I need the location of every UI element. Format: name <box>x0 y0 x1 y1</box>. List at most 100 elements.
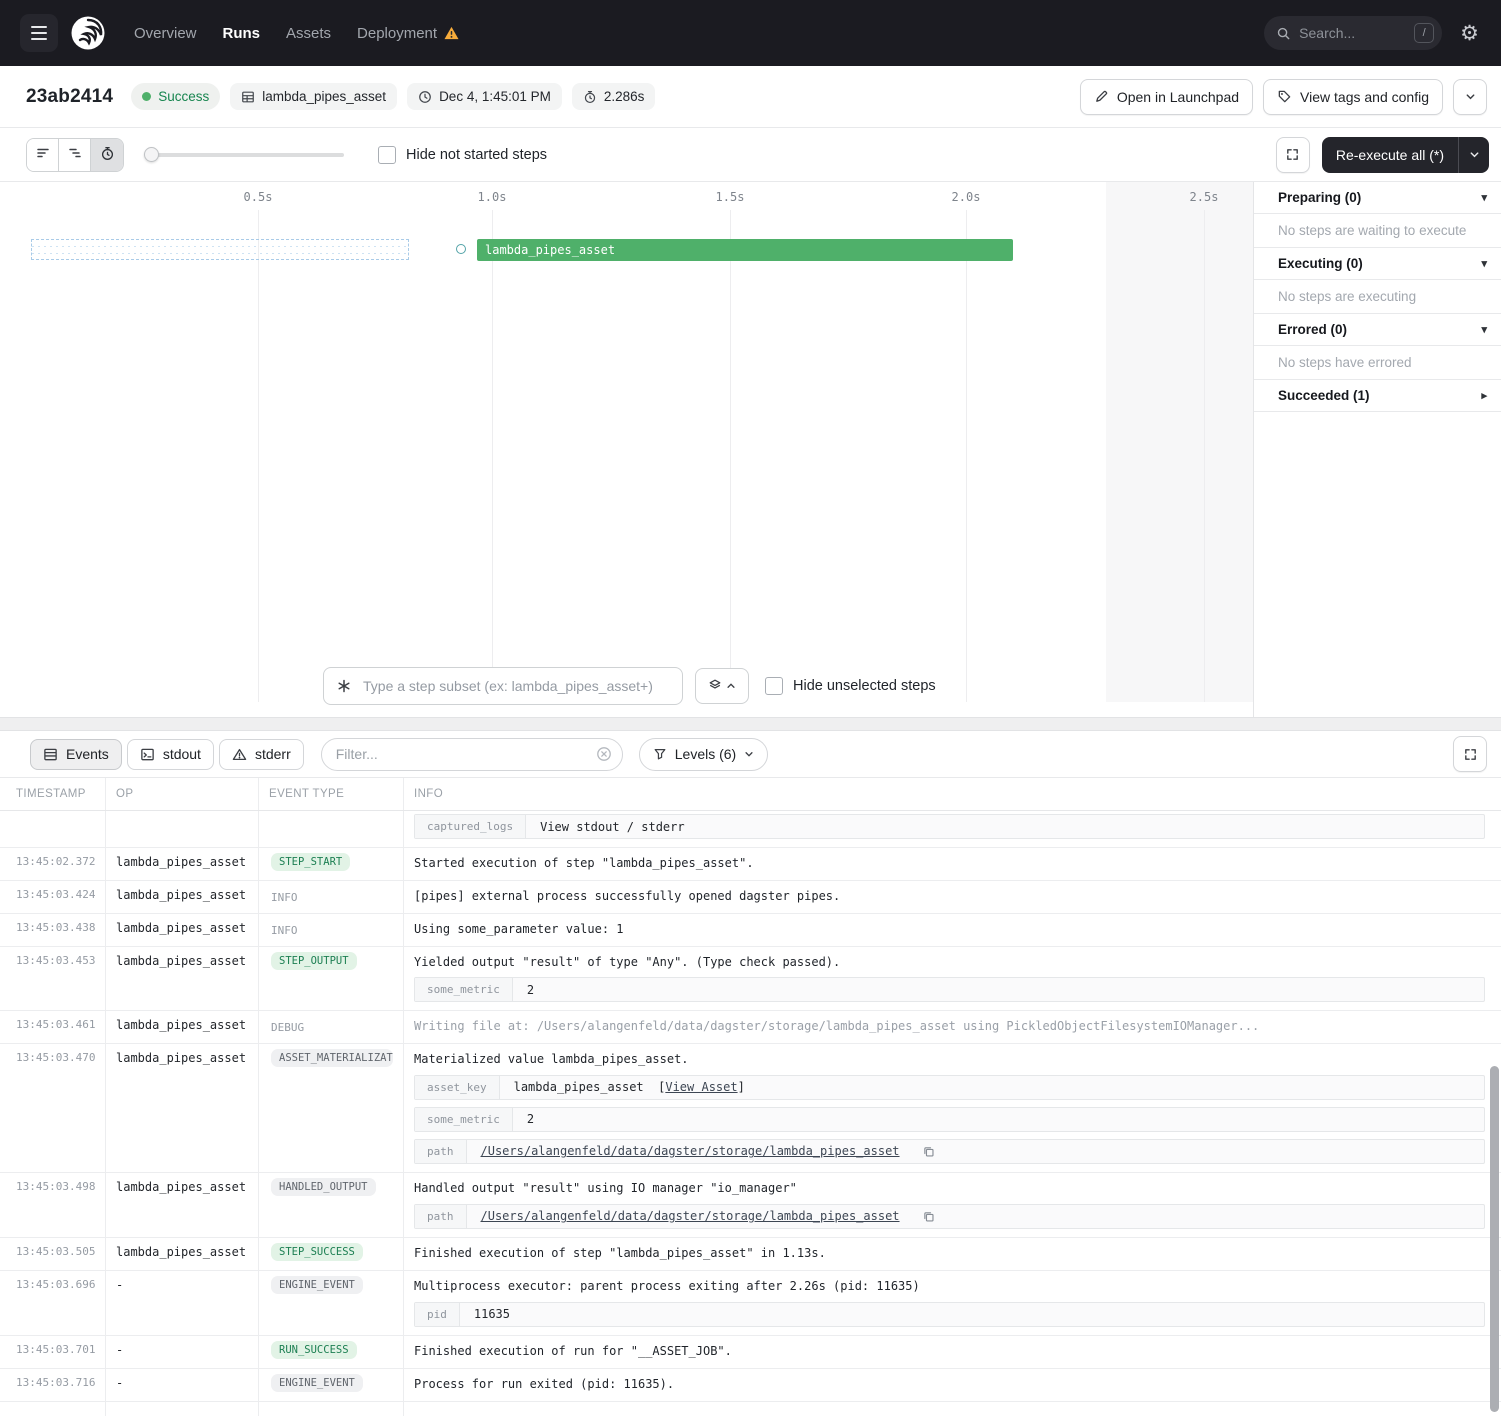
nav-item-label: Deployment <box>357 25 437 42</box>
log-timestamp: 13:45:03.498 <box>0 1173 105 1237</box>
column-header-info: INFO <box>403 778 1501 810</box>
reexecute-options-chevron[interactable] <box>1459 137 1489 173</box>
metadata-entry: asset_keylambda_pipes_asset [View Asset] <box>414 1075 1485 1100</box>
log-filter-wrap[interactable] <box>321 738 623 771</box>
log-op: lambda_pipes_asset <box>105 914 258 946</box>
chevron-right-icon: ▸ <box>1481 389 1487 402</box>
log-filter-input[interactable] <box>334 745 588 763</box>
log-info: Using some_parameter value: 1 <box>403 914 1501 946</box>
pencil-icon <box>1094 89 1109 104</box>
panel-splitter[interactable] <box>0 717 1501 731</box>
time-tick-label: 2.5s <box>1190 190 1219 204</box>
hamburger-menu-button[interactable] <box>20 14 58 52</box>
scrollbar[interactable] <box>1490 1066 1499 1412</box>
run-asset-label: lambda_pipes_asset <box>262 89 386 104</box>
settings-gear-button[interactable]: ⚙ <box>1456 21 1483 46</box>
gantt-step-bar[interactable]: lambda_pipes_asset <box>477 239 1013 261</box>
flat-view-icon <box>35 145 51 164</box>
hide-not-started-checkbox[interactable] <box>378 146 396 164</box>
tab-events[interactable]: Events <box>30 739 122 770</box>
sidebar-section-3-header[interactable]: Errored (0) ▾ <box>1254 314 1501 346</box>
flat-view-button[interactable] <box>27 139 59 171</box>
timed-view-button[interactable] <box>91 139 123 171</box>
log-message: Started execution of step "lambda_pipes_… <box>414 855 1485 872</box>
nav-item-deployment[interactable]: Deployment <box>357 25 459 42</box>
log-event-type: ENGINE_EVENT <box>258 1369 403 1401</box>
log-toolbar: Events stdout stderr Levels (6) <box>0 731 1501 778</box>
view-mode-segmented-control <box>26 138 124 172</box>
copy-icon[interactable] <box>922 1205 935 1228</box>
search-shortcut-key: / <box>1414 23 1434 43</box>
log-filler-cell <box>0 1402 105 1416</box>
metadata-value: /Users/alangenfeld/data/dagster/storage/… <box>467 1205 914 1228</box>
gridline <box>1204 210 1205 702</box>
hide-not-started-toggle[interactable]: Hide not started steps <box>378 146 547 164</box>
stopwatch-icon <box>583 90 597 104</box>
log-row: 13:45:03.424lambda_pipes_assetINFO[pipes… <box>0 881 1501 914</box>
metadata-key: some_metric <box>415 978 513 1001</box>
list-icon <box>43 747 58 762</box>
time-tick-label: 1.0s <box>478 190 507 204</box>
gridline <box>258 210 259 702</box>
open-launchpad-button[interactable]: Open in Launchpad <box>1080 79 1253 115</box>
run-status-badge: Success <box>131 83 220 110</box>
levels-filter-button[interactable]: Levels (6) <box>639 738 768 771</box>
step-subset-input-wrap[interactable] <box>323 667 683 705</box>
log-timestamp: 13:45:03.716 <box>0 1369 105 1401</box>
nav-item-overview[interactable]: Overview <box>134 25 197 42</box>
sidebar-section-title: Succeeded (1) <box>1278 388 1370 403</box>
event-type-badge: DEBUG <box>271 1019 304 1034</box>
log-timestamp: 13:45:03.424 <box>0 881 105 913</box>
metadata-link[interactable]: /Users/alangenfeld/data/dagster/storage/… <box>481 1144 900 1158</box>
gantt-fullscreen-button[interactable] <box>1276 137 1310 173</box>
metadata-entry: pid11635 <box>414 1302 1485 1327</box>
step-subset-input[interactable] <box>361 677 670 695</box>
log-fullscreen-button[interactable] <box>1453 736 1487 772</box>
hide-unselected-label: Hide unselected steps <box>793 678 936 694</box>
log-filler-cell <box>403 1402 1501 1416</box>
log-row: 13:45:03.696-ENGINE_EVENTMultiprocess ex… <box>0 1271 1501 1336</box>
hide-unselected-toggle[interactable]: Hide unselected steps <box>765 677 936 695</box>
log-event-type: INFO <box>258 914 403 946</box>
chevron-down-icon: ▾ <box>1481 323 1487 336</box>
copy-icon[interactable] <box>922 1140 935 1163</box>
slider-knob[interactable] <box>144 147 159 162</box>
tab-stderr[interactable]: stderr <box>219 739 304 770</box>
sidebar-section-2-header[interactable]: Executing (0)▾ <box>1254 248 1501 280</box>
expand-icon <box>1463 747 1478 762</box>
time-tick-label: 1.5s <box>716 190 745 204</box>
log-message: Using some_parameter value: 1 <box>414 921 1485 938</box>
sidebar-section-1-header[interactable]: Preparing (0)▾ <box>1254 182 1501 214</box>
log-info: [pipes] external process successfully op… <box>403 881 1501 913</box>
tab-stdout[interactable]: stdout <box>127 739 214 770</box>
event-type-badge: HANDLED_OUTPUT <box>271 1178 376 1196</box>
gantt-panel: 0.5s1.0s1.5s2.0s2.5s lambda_pipes_asset … <box>0 182 1254 717</box>
reexecute-all-button[interactable]: Re-execute all (*) <box>1322 137 1489 173</box>
run-asset-pill[interactable]: lambda_pipes_asset <box>230 83 397 110</box>
metadata-link[interactable]: /Users/alangenfeld/data/dagster/storage/… <box>481 1209 900 1223</box>
reexecute-all-label: Re-execute all (*) <box>1322 137 1458 173</box>
sidebar-section-4-header[interactable]: Succeeded (1) ▸ <box>1254 380 1501 412</box>
clear-filter-icon[interactable] <box>596 746 612 762</box>
nav-links: Overview Runs Assets Deployment <box>134 25 459 42</box>
search-box[interactable]: Search... / <box>1264 16 1442 50</box>
graph-query-toggle-button[interactable] <box>695 668 749 704</box>
event-type-badge: ASSET_MATERIALIZAT… <box>271 1049 393 1067</box>
log-info: Process for run exited (pid: 11635). <box>403 1369 1501 1401</box>
zoom-slider[interactable] <box>146 153 344 157</box>
view-asset-link[interactable]: View Asset <box>665 1080 737 1094</box>
view-tags-config-button[interactable]: View tags and config <box>1263 79 1443 115</box>
run-actions-chevron-button[interactable] <box>1453 79 1487 115</box>
dagster-logo[interactable] <box>68 13 108 53</box>
log-message: Yielded output "result" of type "Any". (… <box>414 954 1485 971</box>
metadata-entry: captured_logsView stdout / stderr <box>414 814 1485 839</box>
nav-item-assets[interactable]: Assets <box>286 25 331 42</box>
waterfall-view-button[interactable] <box>59 139 91 171</box>
sidebar-section-title: Preparing (0) <box>1278 190 1361 205</box>
hide-unselected-checkbox[interactable] <box>765 677 783 695</box>
nav-item-runs[interactable]: Runs <box>223 25 261 42</box>
sidebar-section-title: Errored (0) <box>1278 322 1347 337</box>
log-timestamp: 13:45:03.696 <box>0 1271 105 1335</box>
tab-label: stdout <box>163 746 201 762</box>
run-duration-pill: 2.286s <box>572 83 656 110</box>
